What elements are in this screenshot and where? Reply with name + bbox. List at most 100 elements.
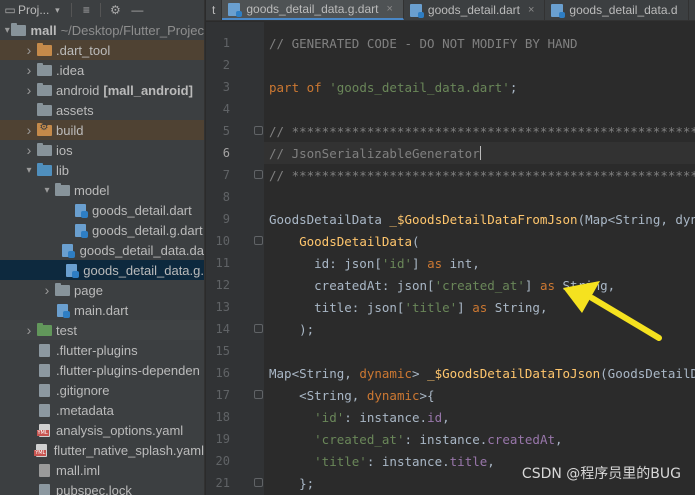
folder-icon bbox=[36, 62, 52, 77]
line-number: 4 bbox=[222, 102, 230, 116]
tree-item[interactable]: analysis_options.yaml bbox=[0, 420, 204, 440]
fold-marker-icon[interactable] bbox=[254, 236, 263, 245]
tree-item[interactable]: ▾ mall ~/Desktop/Flutter_Projec bbox=[0, 20, 204, 40]
fold-marker-icon[interactable] bbox=[254, 126, 263, 135]
tree-item[interactable]: main.dart bbox=[0, 300, 204, 320]
tree-item[interactable]: ▾ model bbox=[0, 180, 204, 200]
chevron-right-icon[interactable]: › bbox=[22, 82, 36, 98]
code-token: ] bbox=[524, 277, 540, 293]
chevron-right-icon[interactable]: › bbox=[22, 122, 36, 138]
chevron-down-icon[interactable]: ▾ bbox=[22, 165, 36, 176]
divider bbox=[100, 3, 102, 17]
code-token: (GoodsDetailData instance) => bbox=[600, 365, 695, 381]
tree-item[interactable]: .gitignore bbox=[0, 380, 204, 400]
code-line: <String, dynamic >{ bbox=[264, 384, 695, 406]
editor-tab[interactable]: goods_detail_data.d bbox=[545, 0, 689, 20]
line-number: 12 bbox=[215, 278, 230, 292]
code-token: ] bbox=[457, 299, 473, 315]
watermark: CSDN @程序员里的BUG bbox=[521, 466, 681, 482]
code-token: as bbox=[472, 299, 495, 315]
code-token: 'created_at' bbox=[314, 431, 405, 447]
tree-item[interactable]: assets bbox=[0, 100, 204, 120]
tree-item[interactable]: goods_detail_data.g. bbox=[0, 260, 204, 280]
code-token: as bbox=[539, 277, 563, 293]
chevron-down-icon[interactable]: ▾ bbox=[40, 185, 54, 196]
tree-item-label: goods_detail_data.da bbox=[79, 242, 204, 258]
tree-item[interactable]: goods_detail.g.dart bbox=[0, 220, 204, 240]
chevron-right-icon[interactable]: › bbox=[22, 142, 36, 158]
fold-marker-icon[interactable] bbox=[254, 390, 263, 399]
tree-item[interactable]: › .dart_tool bbox=[0, 40, 204, 60]
code-token: >{ bbox=[419, 387, 435, 403]
code-token: Map<String, bbox=[269, 365, 360, 381]
code-line: Map<String, dynamic > _$GoodsDetailDataTo… bbox=[264, 362, 695, 384]
file-plain-icon bbox=[36, 483, 52, 495]
code-line: GoodsDetailData _$GoodsDetailDataFromJso… bbox=[264, 208, 695, 230]
tree-item[interactable]: goods_detail.dart bbox=[0, 200, 204, 220]
tab-fragment[interactable]: t bbox=[206, 0, 223, 20]
fold-marker-icon[interactable] bbox=[254, 170, 263, 179]
tree-item[interactable]: › page bbox=[0, 280, 204, 300]
collapse-all-icon[interactable]: ≡ bbox=[78, 3, 94, 17]
chevron-right-icon[interactable]: › bbox=[40, 282, 54, 298]
code-token: // *************************************… bbox=[269, 167, 695, 183]
minimize-icon[interactable]: — bbox=[129, 3, 145, 17]
code-line: GoodsDetailData( bbox=[264, 230, 695, 252]
code-token: GoodsDetailData bbox=[269, 211, 390, 227]
line-number: 20 bbox=[215, 454, 230, 468]
code-token: > bbox=[412, 365, 428, 381]
tree-item[interactable]: .metadata bbox=[0, 400, 204, 420]
tree-item[interactable]: › .idea bbox=[0, 60, 204, 80]
code-token: }; bbox=[269, 475, 315, 491]
gear-icon[interactable]: ⚙ bbox=[107, 3, 123, 17]
tree-item-label: model bbox=[74, 182, 110, 198]
tree-item-label: build bbox=[56, 122, 84, 138]
editor-tabs: t goods_detail_data.g.dart × goods_detail.… bbox=[206, 0, 695, 21]
text-caret bbox=[479, 146, 481, 160]
tree-item[interactable]: pubspec.lock bbox=[0, 480, 204, 495]
editor-tab[interactable]: goods_detail.dart × bbox=[404, 0, 546, 20]
folder-icon bbox=[36, 162, 52, 177]
close-icon[interactable]: × bbox=[528, 4, 534, 16]
chevron-down-icon[interactable]: ▾ bbox=[49, 5, 65, 16]
line-number: 19 bbox=[215, 432, 230, 446]
tree-item[interactable]: flutter_native_splash.yaml bbox=[0, 440, 204, 460]
tree-item-extra: ~/Desktop/Flutter_Projec bbox=[60, 22, 204, 38]
tree-item[interactable]: › test bbox=[0, 320, 204, 340]
tree-item[interactable]: › build bbox=[0, 120, 204, 140]
tree-item[interactable]: .flutter-plugins-dependen bbox=[0, 360, 204, 380]
tree-item-label: .gitignore bbox=[56, 382, 110, 398]
close-icon[interactable]: × bbox=[386, 3, 392, 15]
code-token: : instance. bbox=[404, 431, 488, 447]
tree-item-label: .flutter-plugins-dependen bbox=[56, 362, 200, 378]
tree-item[interactable]: goods_detail_data.da bbox=[0, 240, 204, 260]
tree-item[interactable]: › ios bbox=[0, 140, 204, 160]
chevron-right-icon[interactable]: › bbox=[22, 42, 36, 58]
folder-icon bbox=[36, 122, 52, 137]
line-number: 7 bbox=[222, 168, 230, 182]
fold-marker-icon[interactable] bbox=[254, 324, 263, 333]
tree-item-label: flutter_native_splash.yaml bbox=[53, 442, 204, 458]
code-line: title: json['title'] as String, bbox=[264, 296, 695, 318]
tree-item[interactable]: ▾ lib bbox=[0, 160, 204, 180]
fold-marker-icon[interactable] bbox=[254, 478, 263, 487]
tree-item[interactable]: mall.iml bbox=[0, 460, 204, 480]
project-folder-icon[interactable]: ▭ bbox=[2, 3, 18, 17]
file-dart-icon bbox=[72, 203, 88, 218]
editor-tab[interactable]: goods_detail_data.g.dart × bbox=[222, 0, 404, 20]
code-token: 'title' bbox=[314, 453, 367, 469]
code-view[interactable]: // GENERATED CODE - DO NOT MODIFY BY HAN… bbox=[264, 22, 695, 495]
folder-icon bbox=[36, 102, 52, 117]
tree-item[interactable]: .flutter-plugins bbox=[0, 340, 204, 360]
tree-item[interactable]: › android [mall_android] bbox=[0, 80, 204, 100]
tree-item-label: android bbox=[56, 82, 100, 98]
code-token: ( bbox=[412, 233, 420, 249]
line-number: 14 bbox=[215, 322, 230, 336]
file-iml-icon bbox=[36, 463, 52, 477]
project-panel-title[interactable]: Proj... bbox=[18, 3, 49, 17]
chevron-right-icon[interactable]: › bbox=[22, 322, 36, 338]
chevron-right-icon[interactable]: › bbox=[22, 62, 36, 78]
